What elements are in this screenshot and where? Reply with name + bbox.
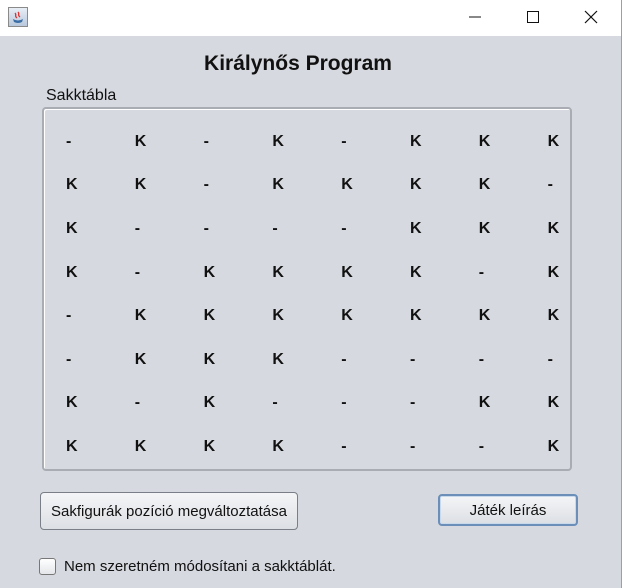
board-cell: K — [409, 307, 422, 325]
maximize-button[interactable] — [504, 0, 562, 34]
board-cell: K — [478, 394, 491, 412]
board-cell: K — [134, 350, 147, 368]
board-cell: K — [409, 132, 422, 150]
board-cell: K — [272, 307, 284, 325]
board-cell: - — [547, 350, 553, 368]
board-cell: K — [547, 307, 560, 325]
board-cell: K — [134, 176, 147, 194]
board-cell: - — [203, 132, 209, 150]
board-cell: K — [409, 263, 422, 281]
minimize-button[interactable] — [446, 0, 504, 34]
board-cell: K — [341, 263, 353, 281]
board-cell: - — [409, 350, 416, 368]
board-cell: K — [272, 263, 284, 281]
board-cell: K — [478, 176, 491, 194]
board-cell: K — [203, 307, 216, 325]
board-cell: - — [341, 350, 347, 368]
board-cell: K — [272, 437, 284, 455]
main-window: Királynős Program Sakktábla - K - K - K K K K K - K… — [0, 0, 622, 588]
board-cell: K — [66, 437, 78, 455]
chessboard-panel: - K - K - K K K K K - K K K K - K - - - - K K K K - K K K K - K - K K K K K K K… — [42, 107, 572, 471]
board-cell: - — [66, 132, 72, 150]
board-cell: - — [341, 219, 347, 237]
java-app-icon — [8, 7, 28, 27]
board-cell: - — [341, 437, 347, 455]
board-cell: K — [478, 219, 491, 237]
board-cell: K — [547, 132, 560, 150]
board-cell: K — [547, 263, 560, 281]
title-bar — [0, 0, 621, 36]
board-cell: K — [478, 132, 491, 150]
board-cell: K — [272, 176, 284, 194]
board-cell: K — [547, 437, 560, 455]
chessboard-grid: - K - K - K K K K K - K K K K - K - - - - K K K K - K K K K - K - K K K K K K K… — [44, 120, 596, 469]
board-cell: K — [66, 394, 78, 412]
close-icon — [584, 10, 598, 24]
close-button[interactable] — [562, 0, 620, 34]
board-cell: K — [409, 219, 422, 237]
board-cell: K — [203, 437, 216, 455]
board-cell: - — [134, 219, 141, 237]
board-cell: - — [134, 263, 141, 281]
board-cell: - — [203, 176, 209, 194]
board-cell: - — [478, 263, 485, 281]
board-cell: K — [203, 263, 216, 281]
minimize-icon — [469, 16, 481, 18]
lock-board-checkbox[interactable] — [39, 558, 56, 575]
board-cell: - — [478, 437, 485, 455]
board-cell: K — [341, 307, 353, 325]
board-label: Sakktábla — [46, 87, 117, 104]
board-cell: K — [66, 219, 78, 237]
board-cell: K — [203, 394, 216, 412]
board-cell: K — [134, 437, 147, 455]
board-cell: - — [203, 219, 209, 237]
board-cell: - — [409, 394, 416, 412]
lock-board-checkbox-row[interactable]: Nem szeretném módosítani a sakktáblát. — [39, 558, 336, 575]
board-cell: K — [272, 132, 284, 150]
board-cell: K — [134, 132, 147, 150]
board-cell: K — [478, 307, 491, 325]
game-description-button[interactable]: Játék leírás — [438, 494, 578, 526]
board-cell: K — [341, 176, 353, 194]
board-cell: K — [203, 350, 216, 368]
board-cell: K — [409, 176, 422, 194]
board-cell: - — [409, 437, 416, 455]
board-cell: K — [272, 350, 284, 368]
board-cell: K — [547, 219, 560, 237]
page-title: Királynős Program — [204, 52, 392, 75]
board-cell: - — [547, 176, 553, 194]
board-cell: K — [66, 176, 78, 194]
board-cell: K — [66, 263, 78, 281]
board-cell: - — [66, 307, 72, 325]
change-positions-button[interactable]: Sakfigurák pozíció megváltoztatása — [40, 492, 298, 530]
board-cell: - — [272, 394, 278, 412]
board-cell: - — [134, 394, 141, 412]
lock-board-checkbox-label: Nem szeretném módosítani a sakktáblát. — [64, 558, 336, 575]
board-cell: K — [547, 394, 560, 412]
board-cell: K — [134, 307, 147, 325]
board-cell: - — [341, 394, 347, 412]
maximize-icon — [527, 11, 539, 23]
board-cell: - — [272, 219, 278, 237]
board-cell: - — [341, 132, 347, 150]
board-cell: - — [478, 350, 485, 368]
board-cell: - — [66, 350, 72, 368]
